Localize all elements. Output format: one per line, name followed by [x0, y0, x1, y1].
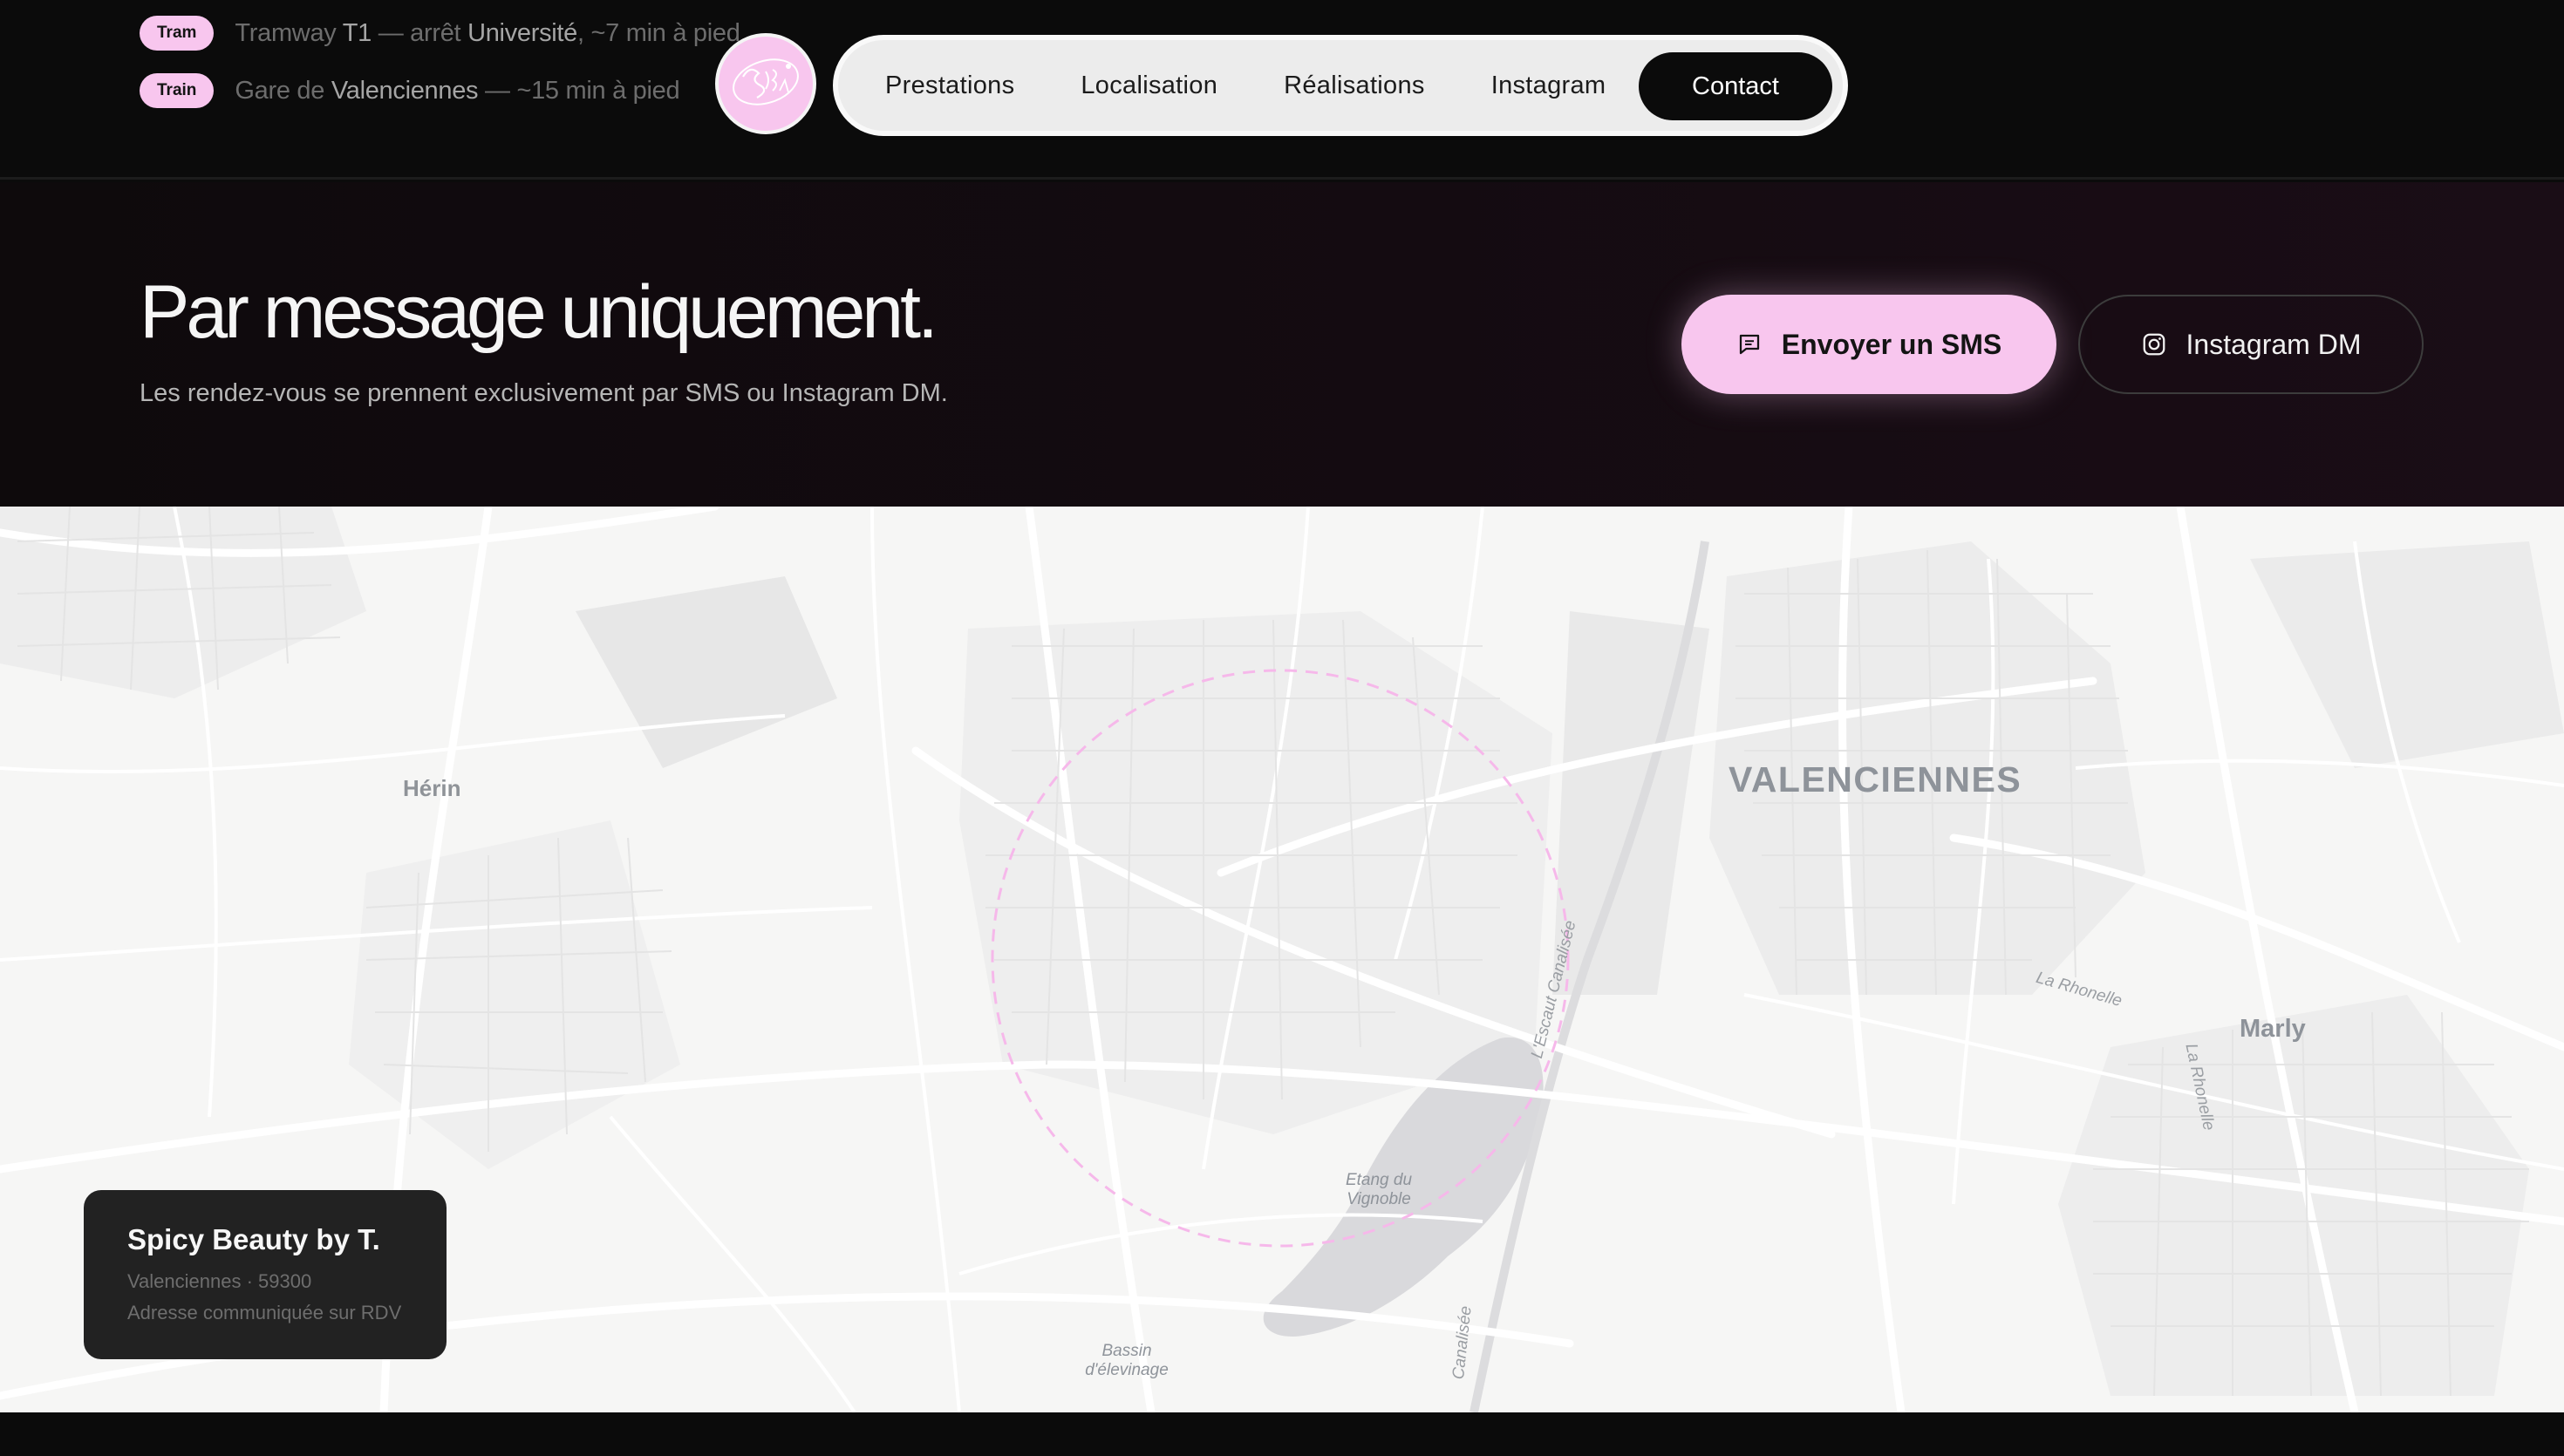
- logo-mark-icon: [733, 58, 799, 105]
- main-nav: Prestations Localisation Réalisations In…: [833, 35, 1848, 136]
- instagram-dm-label: Instagram DM: [2186, 328, 2362, 360]
- train-station: Valenciennes: [331, 76, 479, 105]
- tram-badge: Tram: [140, 16, 215, 51]
- nav-localisation[interactable]: Localisation: [1081, 71, 1217, 100]
- map-label-bassin: Bassin d'élevinage: [1085, 1342, 1169, 1379]
- tram-stop: Université: [467, 18, 578, 47]
- train-badge: Train: [140, 73, 215, 108]
- hero-title: Par message uniquement.: [140, 270, 938, 354]
- transport-tram: Tram Tramway T1 — arrêt Université, ~7 m…: [140, 16, 740, 51]
- map-label-valenciennes: VALENCIENNES: [1729, 759, 2022, 799]
- message-icon: [1736, 331, 1763, 357]
- tram-info: Tramway T1 — arrêt Université, ~7 min à …: [235, 19, 740, 48]
- hero-subtitle: Les rendez-vous se prennent exclusivemen…: [140, 379, 948, 407]
- train-info: Gare de Valenciennes — ~15 min à pied: [235, 77, 679, 105]
- send-sms-button[interactable]: Envoyer un SMS: [1681, 295, 2056, 394]
- send-sms-label: Envoyer un SMS: [1781, 328, 2002, 360]
- address-note: Adresse communiquée sur RDV: [127, 1302, 402, 1323]
- train-suffix: — ~15 min à pied: [478, 76, 680, 105]
- tram-line: T1: [342, 18, 372, 47]
- instagram-icon: [2141, 331, 2167, 357]
- instagram-dm-button[interactable]: Instagram DM: [2078, 295, 2424, 394]
- tram-mid: — arrêt: [371, 18, 468, 47]
- map-label-marly: Marly: [2240, 1015, 2306, 1043]
- nav-contact-button[interactable]: Contact: [1639, 52, 1832, 120]
- tram-prefix: Tramway: [235, 18, 343, 47]
- location-map[interactable]: Hérin VALENCIENNES Marly Etang du Vignob…: [0, 507, 2564, 1412]
- nav-prestations[interactable]: Prestations: [885, 71, 1014, 100]
- location-card: Spicy Beauty by T. Valenciennes · 59300 …: [84, 1190, 447, 1359]
- business-city: Valenciennes · 59300: [127, 1270, 312, 1292]
- train-prefix: Gare de: [235, 76, 331, 105]
- nav-realisations[interactable]: Réalisations: [1284, 71, 1425, 100]
- nav-instagram[interactable]: Instagram: [1491, 71, 1606, 100]
- brand-logo[interactable]: [715, 33, 816, 134]
- contact-hero: Par message uniquement. Les rendez-vous …: [0, 182, 2564, 507]
- bottom-bar: [0, 1412, 2564, 1456]
- map-label-etang: Etang du Vignoble: [1345, 1171, 1413, 1208]
- transport-train: Train Gare de Valenciennes — ~15 min à p…: [140, 73, 680, 108]
- tram-suffix: , ~7 min à pied: [577, 18, 740, 47]
- map-label-herin: Hérin: [403, 775, 461, 801]
- business-name: Spicy Beauty by T.: [127, 1223, 380, 1255]
- top-bar: Tram Tramway T1 — arrêt Université, ~7 m…: [0, 0, 2564, 180]
